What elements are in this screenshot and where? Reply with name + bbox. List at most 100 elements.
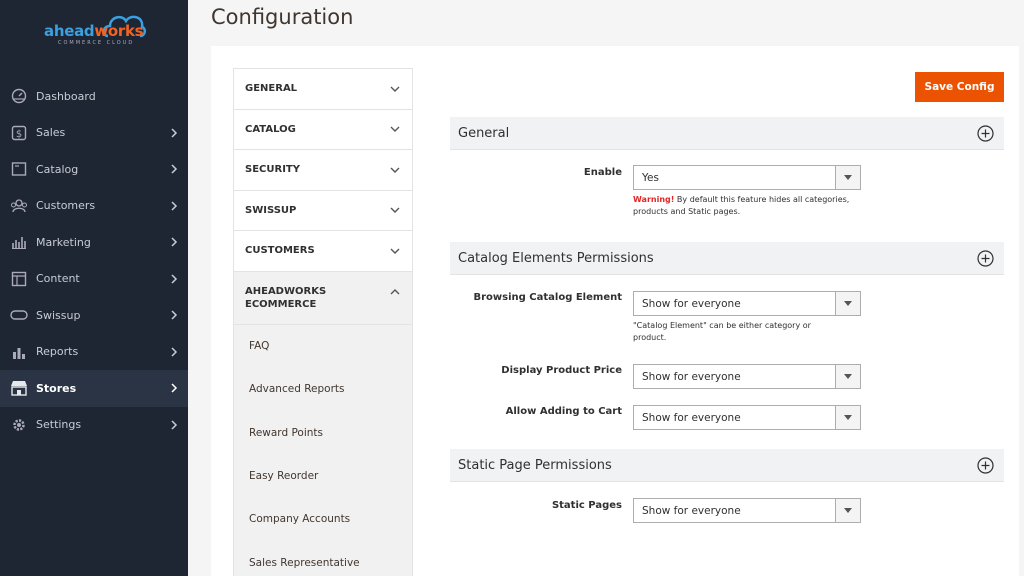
tab-aheadworks-ecommerce[interactable]: AHEADWORKS ECOMMERCE [234, 271, 412, 325]
sidebar-item-marketing[interactable]: Marketing [0, 224, 188, 261]
sidebar-item-label: Content [36, 272, 80, 286]
sidebar-item-label: Settings [36, 418, 82, 432]
catalog-icon [10, 160, 28, 178]
stores-icon [10, 379, 28, 397]
tab-catalog[interactable]: CATALOG [234, 110, 412, 150]
chevron-right-icon [171, 201, 178, 211]
sidebar-item-label: Sales [36, 126, 66, 140]
sidebar-item-label: Catalog [36, 162, 79, 176]
tab-customers[interactable]: CUSTOMERS [234, 231, 412, 272]
browsing-catalog-label: Browsing Catalog Element [473, 292, 623, 303]
tab-general[interactable]: GENERAL [234, 69, 412, 110]
tab-label: SWISSUP [245, 204, 297, 216]
expand-plus-icon [977, 457, 994, 474]
tab-label: CUSTOMERS [245, 245, 315, 257]
allow-cart-label: Allow Adding to Cart [505, 406, 622, 417]
reports-icon [10, 343, 28, 361]
select-value: Show for everyone [642, 411, 741, 424]
browsing-catalog-note: "Catalog Element" can be either category… [633, 321, 811, 342]
marketing-icon [10, 233, 28, 251]
chevron-up-icon [390, 288, 400, 294]
section-catalog-permissions-header[interactable]: Catalog Elements Permissions [450, 242, 1004, 275]
section-general-header[interactable]: General [450, 117, 1004, 150]
select-value: Show for everyone [642, 370, 741, 383]
customers-icon [10, 197, 28, 215]
dropdown-arrow-icon [835, 365, 860, 388]
enable-warning-note: Warning! By default this feature hides a… [633, 195, 850, 216]
chevron-down-icon [390, 248, 400, 254]
section-title: Catalog Elements Permissions [458, 250, 654, 266]
dashboard-icon [10, 87, 28, 105]
select-value: Show for everyone [642, 504, 741, 517]
chevron-right-icon [171, 274, 178, 284]
chevron-right-icon [171, 310, 178, 320]
sidebar-item-label: Marketing [36, 235, 91, 249]
enable-label: Enable [583, 167, 622, 178]
dropdown-arrow-icon [835, 406, 860, 429]
chevron-right-icon [171, 420, 178, 430]
chevron-down-icon [390, 167, 400, 173]
gear-icon [10, 416, 28, 434]
expand-plus-icon [977, 250, 994, 267]
swissup-icon [10, 306, 28, 324]
tab-security[interactable]: SECURITY [234, 150, 412, 191]
browsing-catalog-select[interactable]: Show for everyone [633, 291, 861, 316]
brand-tagline: COMMERCE CLOUD [58, 40, 135, 46]
sidebar-item-dashboard[interactable]: Dashboard [0, 78, 188, 115]
section-static-page-header[interactable]: Static Page Permissions [450, 449, 1004, 482]
tab-label: CATALOG [245, 123, 296, 135]
sidebar-item-catalog[interactable]: Catalog [0, 151, 188, 188]
tab-label: SECURITY [245, 164, 300, 176]
sidebar-item-label: Stores [36, 381, 77, 395]
save-config-button[interactable]: Save Config [915, 72, 1004, 102]
tab-label: AHEADWORKS ECOMMERCE [245, 285, 327, 310]
content-icon [10, 270, 28, 288]
sidebar-item-label: Customers [36, 199, 96, 213]
subtab-list: FAQ Advanced Reports Reward Points Easy … [234, 324, 412, 576]
sidebar-item-label: Reports [36, 345, 79, 359]
sidebar-item-reports[interactable]: Reports [0, 334, 188, 371]
static-pages-select[interactable]: Show for everyone [633, 498, 861, 523]
sidebar-item-label: Dashboard [36, 89, 96, 103]
dropdown-arrow-icon [835, 166, 860, 189]
subtab-easy-reorder[interactable]: Easy Reorder [234, 454, 412, 497]
section-title: General [458, 125, 510, 141]
chevron-right-icon [171, 347, 178, 357]
display-price-select[interactable]: Show for everyone [633, 364, 861, 389]
sidebar-item-content[interactable]: Content [0, 261, 188, 298]
dropdown-arrow-icon [835, 499, 860, 522]
expand-plus-icon [977, 125, 994, 142]
enable-select[interactable]: Yes [633, 165, 861, 190]
subtab-faq[interactable]: FAQ [234, 325, 412, 368]
subtab-reward-points[interactable]: Reward Points [234, 411, 412, 454]
chevron-down-icon [390, 126, 400, 133]
sidebar-item-customers[interactable]: Customers [0, 188, 188, 225]
tab-swissup[interactable]: SWISSUP [234, 191, 412, 231]
config-tabs: GENERAL CATALOG SECURITY SWISSUP CUSTOME… [233, 68, 413, 576]
section-title: Static Page Permissions [458, 457, 612, 473]
sidebar-item-label: Swissup [36, 308, 81, 322]
allow-cart-select[interactable]: Show for everyone [633, 405, 861, 430]
sidebar-item-settings[interactable]: Settings [0, 407, 188, 444]
sidebar-item-swissup[interactable]: Swissup [0, 297, 188, 334]
chevron-down-icon [390, 86, 400, 92]
svg-text:$: $ [16, 129, 22, 140]
page-title: Configuration [211, 5, 354, 29]
sidebar-item-sales[interactable]: $ Sales [0, 115, 188, 152]
brand-name: aheadworks [44, 22, 144, 40]
subtab-advanced-reports[interactable]: Advanced Reports [234, 368, 412, 411]
select-value: Show for everyone [642, 297, 741, 310]
brand-logo[interactable]: aheadworks COMMERCE CLOUD [44, 12, 154, 48]
sidebar-nav: Dashboard $ Sales Catalog Customers Mark… [0, 78, 188, 443]
chevron-right-icon [171, 128, 178, 138]
select-value: Yes [642, 171, 659, 184]
dollar-icon: $ [10, 124, 28, 142]
subtab-company-accounts[interactable]: Company Accounts [234, 498, 412, 541]
subtab-sales-representative[interactable]: Sales Representative [234, 541, 412, 576]
chevron-right-icon [171, 383, 178, 393]
admin-sidebar: aheadworks COMMERCE CLOUD Dashboard $ Sa… [0, 0, 188, 576]
chevron-right-icon [171, 237, 178, 247]
static-pages-label: Static Pages [551, 500, 622, 511]
chevron-right-icon [171, 164, 178, 174]
sidebar-item-stores[interactable]: Stores [0, 370, 188, 407]
